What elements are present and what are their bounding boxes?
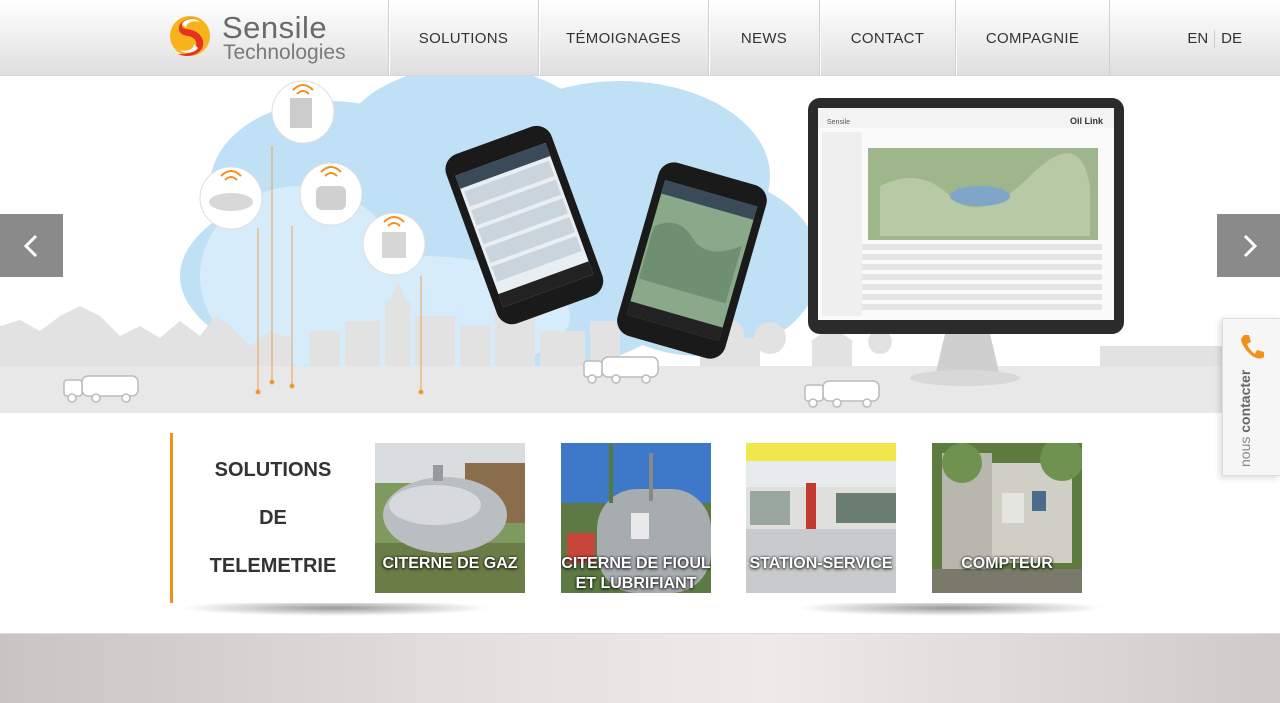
contact-label: nous contacter [1229, 370, 1269, 469]
monitor-graphic [808, 98, 1124, 386]
language-switcher: EN DE [1181, 30, 1248, 48]
logo-mark-icon [170, 16, 210, 57]
logo-subtitle: Technologies [223, 41, 346, 64]
contact-label-strong: contacter [1237, 369, 1253, 433]
phone-icon [1241, 335, 1264, 359]
slider-next-button[interactable] [1217, 214, 1280, 277]
monitor-brand: Sensile [827, 119, 850, 126]
tile-label: COMPTEUR [961, 555, 1053, 572]
tile-label: STATION-SERVICE [749, 555, 893, 572]
tile-label: CITERNE DE FIOUL ET LUBRIFIANT [561, 554, 711, 593]
lang-de[interactable]: DE [1215, 30, 1248, 48]
lang-en[interactable]: EN [1181, 30, 1214, 48]
site-header: Sensile Technologies SOLUTIONS TÉMOIGNAG… [0, 0, 1280, 76]
hero-illustration: Sensile Oil Link [0, 76, 1280, 413]
tile-citerne-de-gaz[interactable]: CITERNE DE GAZ [375, 443, 525, 593]
tile-label-line1: CITERNE DE FIOUL [561, 555, 711, 572]
nav-solutions[interactable]: SOLUTIONS [388, 0, 538, 76]
contact-us-tab[interactable]: nous contacter [1222, 318, 1280, 476]
monitor-title: Oil Link [1070, 116, 1104, 126]
solutions-heading-line3: TELEMETRIE [209, 555, 337, 577]
tile-label-line2: ET LUBRIFIANT [575, 575, 697, 592]
chevron-left-icon [23, 234, 37, 257]
tile-citerne-de-fioul[interactable]: CITERNE DE FIOUL ET LUBRIFIANT [561, 443, 711, 593]
tile-label: CITERNE DE GAZ [382, 555, 518, 572]
main-nav: SOLUTIONS TÉMOIGNAGES NEWS CONTACT COMPA… [388, 0, 1110, 76]
nav-contact[interactable]: CONTACT [819, 0, 955, 76]
solutions-heading-line2: DE [259, 507, 287, 529]
logo[interactable]: Sensile Technologies [168, 10, 358, 66]
nav-temoignages[interactable]: TÉMOIGNAGES [538, 0, 708, 76]
chevron-right-icon [1243, 234, 1257, 257]
nav-compagnie[interactable]: COMPAGNIE [955, 0, 1110, 76]
contact-label-prefix: nous [1237, 432, 1253, 467]
bottom-banner [0, 633, 1280, 703]
solutions-heading-line1: SOLUTIONS [214, 459, 332, 481]
tile-compteur[interactable]: COMPTEUR [932, 443, 1082, 593]
nav-news[interactable]: NEWS [708, 0, 819, 76]
hero-slider: Sensile Oil Link [0, 76, 1280, 413]
slider-prev-button[interactable] [0, 214, 63, 277]
solutions-heading: SOLUTIONS DE TELEMETRIE [170, 433, 370, 603]
tile-station-service[interactable]: STATION-SERVICE [746, 443, 896, 593]
